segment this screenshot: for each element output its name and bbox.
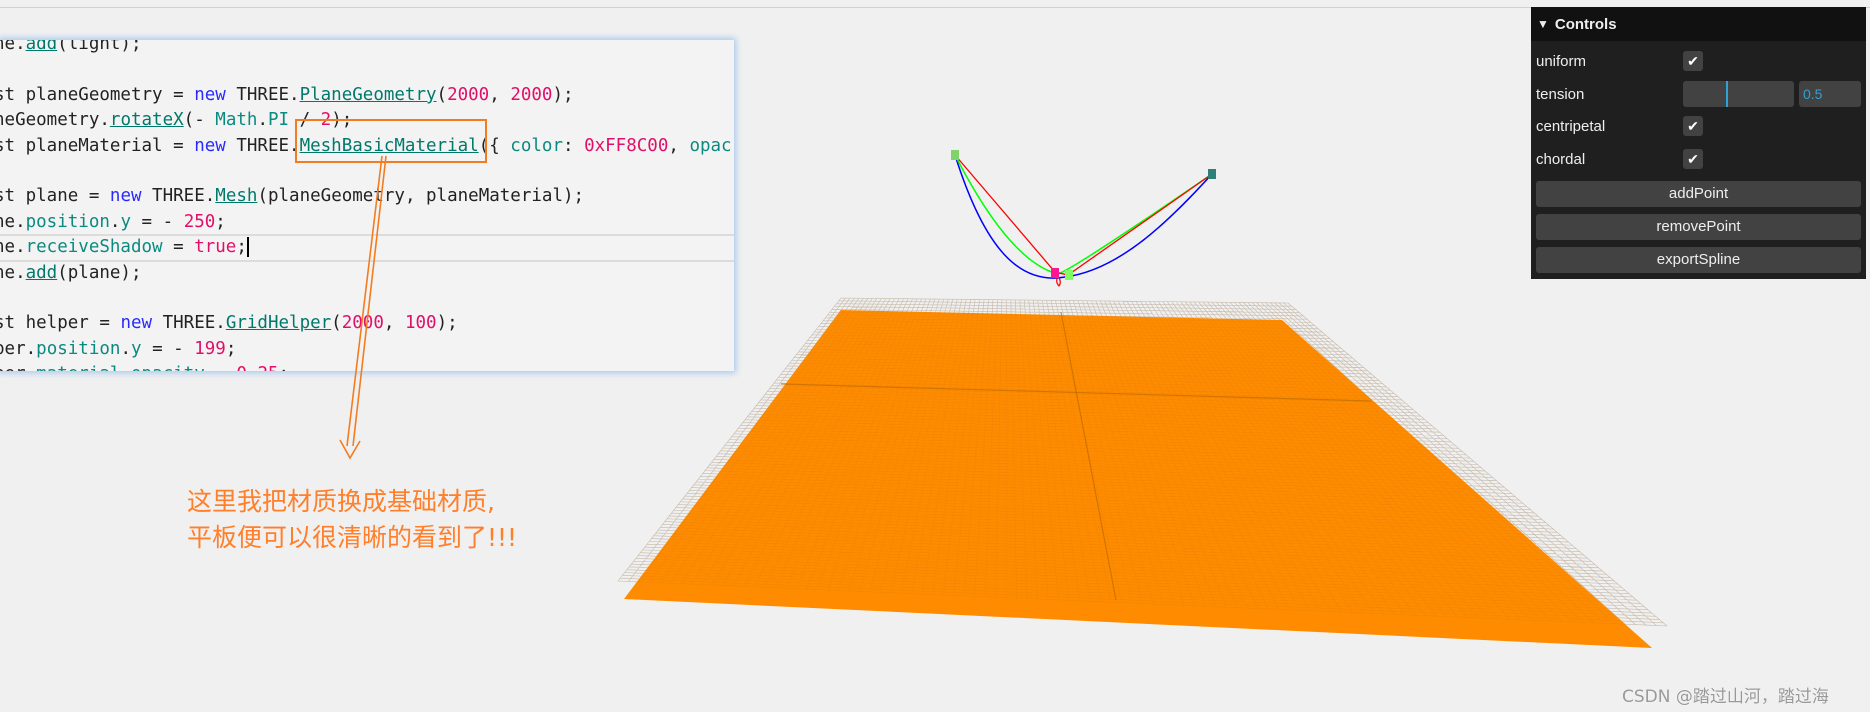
control-point-handle xyxy=(1051,268,1059,278)
remove-point-button[interactable]: removePoint xyxy=(1536,214,1861,240)
uniform-row: uniform ✔ xyxy=(1536,47,1861,75)
chordal-row: chordal ✔ xyxy=(1536,145,1861,173)
chordal-label: chordal xyxy=(1536,150,1586,168)
centripetal-checkbox[interactable]: ✔ xyxy=(1683,116,1703,136)
tension-slider-handle[interactable] xyxy=(1725,81,1728,107)
export-spline-button[interactable]: exportSpline xyxy=(1536,247,1861,273)
control-point-handle xyxy=(951,150,959,160)
centripetal-label: centripetal xyxy=(1536,117,1606,135)
annotation-line-2: 平板便可以很清晰的看到了!!! xyxy=(187,523,518,552)
watermark: CSDN @踏过山河，踏过海 xyxy=(1622,687,1829,707)
annotation-line-1: 这里我把材质换成基础材质, xyxy=(187,487,495,516)
chevron-down-icon: ▼ xyxy=(1537,17,1549,31)
tension-row: tension 0.5 xyxy=(1536,80,1861,108)
centripetal-row: centripetal ✔ xyxy=(1536,112,1861,140)
uniform-checkbox[interactable]: ✔ xyxy=(1683,51,1703,71)
control-point-handle xyxy=(1065,270,1073,280)
tension-slider[interactable] xyxy=(1683,81,1794,107)
tension-input[interactable]: 0.5 xyxy=(1799,81,1861,107)
add-point-button[interactable]: addPoint xyxy=(1536,181,1861,207)
uniform-label: uniform xyxy=(1536,52,1587,70)
controls-title: Controls xyxy=(1554,15,1617,33)
tension-label: tension xyxy=(1536,85,1585,103)
chordal-checkbox[interactable]: ✔ xyxy=(1683,149,1703,169)
callout-arrow-icon xyxy=(339,155,387,460)
controls-header[interactable]: ▼ Controls xyxy=(1531,7,1866,41)
controls-panel: ▼ Controls uniform ✔ tension 0.5 centrip… xyxy=(1531,7,1866,279)
control-point-handle xyxy=(1208,169,1216,179)
spline-uniform xyxy=(954,154,1213,276)
